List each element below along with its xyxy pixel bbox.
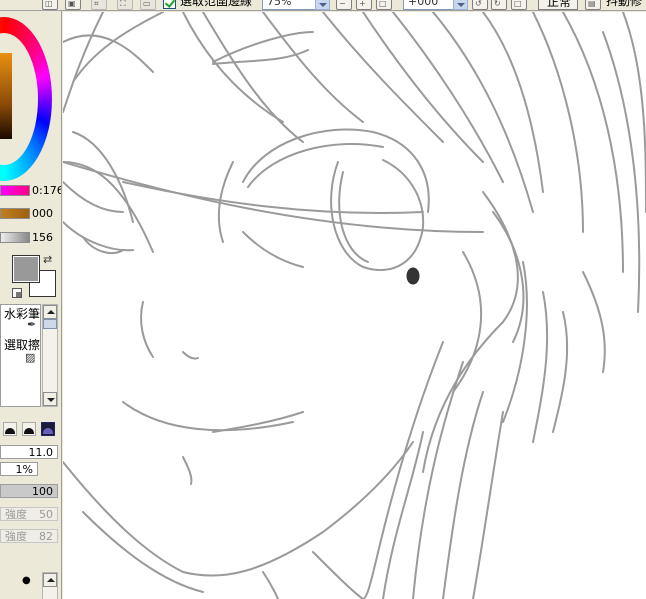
brush-shape-round[interactable]	[3, 422, 17, 436]
scroll-up-button[interactable]	[43, 573, 57, 587]
eraser-icon: ▨	[25, 351, 36, 364]
hue-value: 0:176	[32, 184, 62, 197]
strength-field-1[interactable]: 強度 50	[0, 507, 58, 521]
tool-item-select-eraser[interactable]: 選取擦	[4, 338, 40, 352]
strength-value-1: 50	[39, 508, 53, 521]
brush-size-value: 11.0	[28, 446, 54, 459]
rotate-right-icon: ↻	[494, 0, 501, 8]
strength-label-1: 強度	[5, 508, 27, 521]
brush-shape-selected[interactable]	[41, 422, 55, 436]
drawing-canvas[interactable]	[63, 12, 646, 599]
density-field[interactable]: 100	[0, 484, 58, 498]
resize-button[interactable]: ⛶	[117, 0, 133, 10]
zoom-reset-button[interactable]: □	[376, 0, 392, 10]
scroll-down-button[interactable]	[43, 392, 57, 406]
scroll-thumb[interactable]	[43, 319, 57, 329]
zoom-out-button[interactable]: −	[336, 0, 352, 10]
swap-colors-icon[interactable]: ⇄	[43, 254, 52, 265]
sketch-drawing	[63, 12, 646, 599]
dot-size-icon[interactable]: ●	[22, 576, 31, 586]
value-slider[interactable]	[0, 232, 30, 243]
plus-icon: +	[359, 0, 366, 8]
hue-slider[interactable]	[0, 185, 30, 196]
rotate-reset-button[interactable]: □	[511, 0, 527, 10]
stabilizer-label: 抖動修	[606, 0, 643, 8]
brush-shape-flat[interactable]	[22, 422, 36, 436]
brush-size-field[interactable]: 11.0	[0, 445, 58, 459]
saturation-value: 000	[32, 207, 53, 220]
rotate-reset-icon: □	[514, 0, 522, 8]
fill-icon: ▭	[143, 0, 151, 8]
min-size-field[interactable]: 1%	[0, 462, 38, 476]
minus-icon: −	[339, 0, 346, 8]
chevron-down-icon[interactable]	[453, 0, 468, 10]
crop-button[interactable]: ⌗	[91, 0, 107, 10]
tool-list: 水彩筆 ✒ 選取擦 ▨	[0, 304, 41, 407]
blend-mode-label: 正常	[547, 0, 572, 9]
foreground-color-swatch[interactable]	[12, 255, 40, 283]
zoom-in-button[interactable]: +	[356, 0, 372, 10]
density-value: 100	[32, 485, 53, 498]
saturation-slider[interactable]	[0, 208, 30, 219]
angle-combo[interactable]: +000	[403, 0, 468, 10]
rotate-right-button[interactable]: ↻	[491, 0, 507, 10]
angle-value: +000	[408, 0, 439, 8]
resize-icon: ⛶	[120, 0, 126, 8]
crop-icon: ⌗	[94, 0, 99, 8]
stabilizer-icon: ▤	[588, 0, 596, 8]
deselect-button[interactable]: ◫	[42, 0, 58, 10]
value-value: 156	[32, 231, 53, 244]
strength-field-2[interactable]: 強度 82	[0, 529, 58, 543]
zoom-value: 75%	[267, 0, 292, 8]
scroll-up-button[interactable]	[43, 305, 57, 319]
chevron-down-icon[interactable]	[315, 0, 330, 10]
select-border-checkbox[interactable]	[163, 0, 176, 9]
reset-colors-icon[interactable]	[12, 288, 22, 298]
select-all-button[interactable]: ▣	[65, 0, 81, 10]
select-border-label: 選取范圍邊線	[180, 0, 253, 8]
saturation-value-square[interactable]	[0, 53, 12, 139]
zoom-reset-icon: □	[379, 0, 387, 8]
fill-button[interactable]: ▭	[140, 0, 156, 10]
rotate-left-icon: ↺	[475, 0, 482, 8]
top-toolbar: ◫ ▣ ⌗ ⛶ ▭ 選取范圍邊線 75% − + □ +000 ↺ ↻ □ 正常…	[0, 0, 646, 11]
brush-icon: ✒	[27, 318, 37, 331]
rotate-left-button[interactable]: ↺	[472, 0, 488, 10]
left-tool-panel: 0:176 000 156 ⇄ 水彩筆 ✒ 選取擦 ▨ 11.0 1% 100 …	[0, 11, 62, 599]
zoom-combo[interactable]: 75%	[262, 0, 330, 10]
deselect-icon: ◫	[45, 0, 53, 8]
tool-list-scrollbar[interactable]	[42, 304, 58, 407]
strength-label-2: 強度	[5, 530, 27, 543]
min-size-value: 1%	[15, 463, 33, 476]
select-all-icon: ▣	[68, 0, 76, 8]
stabilizer-button[interactable]: ▤	[585, 0, 601, 10]
blend-mode-button[interactable]: 正常	[538, 0, 578, 10]
strength-value-2: 82	[39, 530, 53, 543]
brush-list-scrollbar[interactable]	[42, 572, 58, 599]
